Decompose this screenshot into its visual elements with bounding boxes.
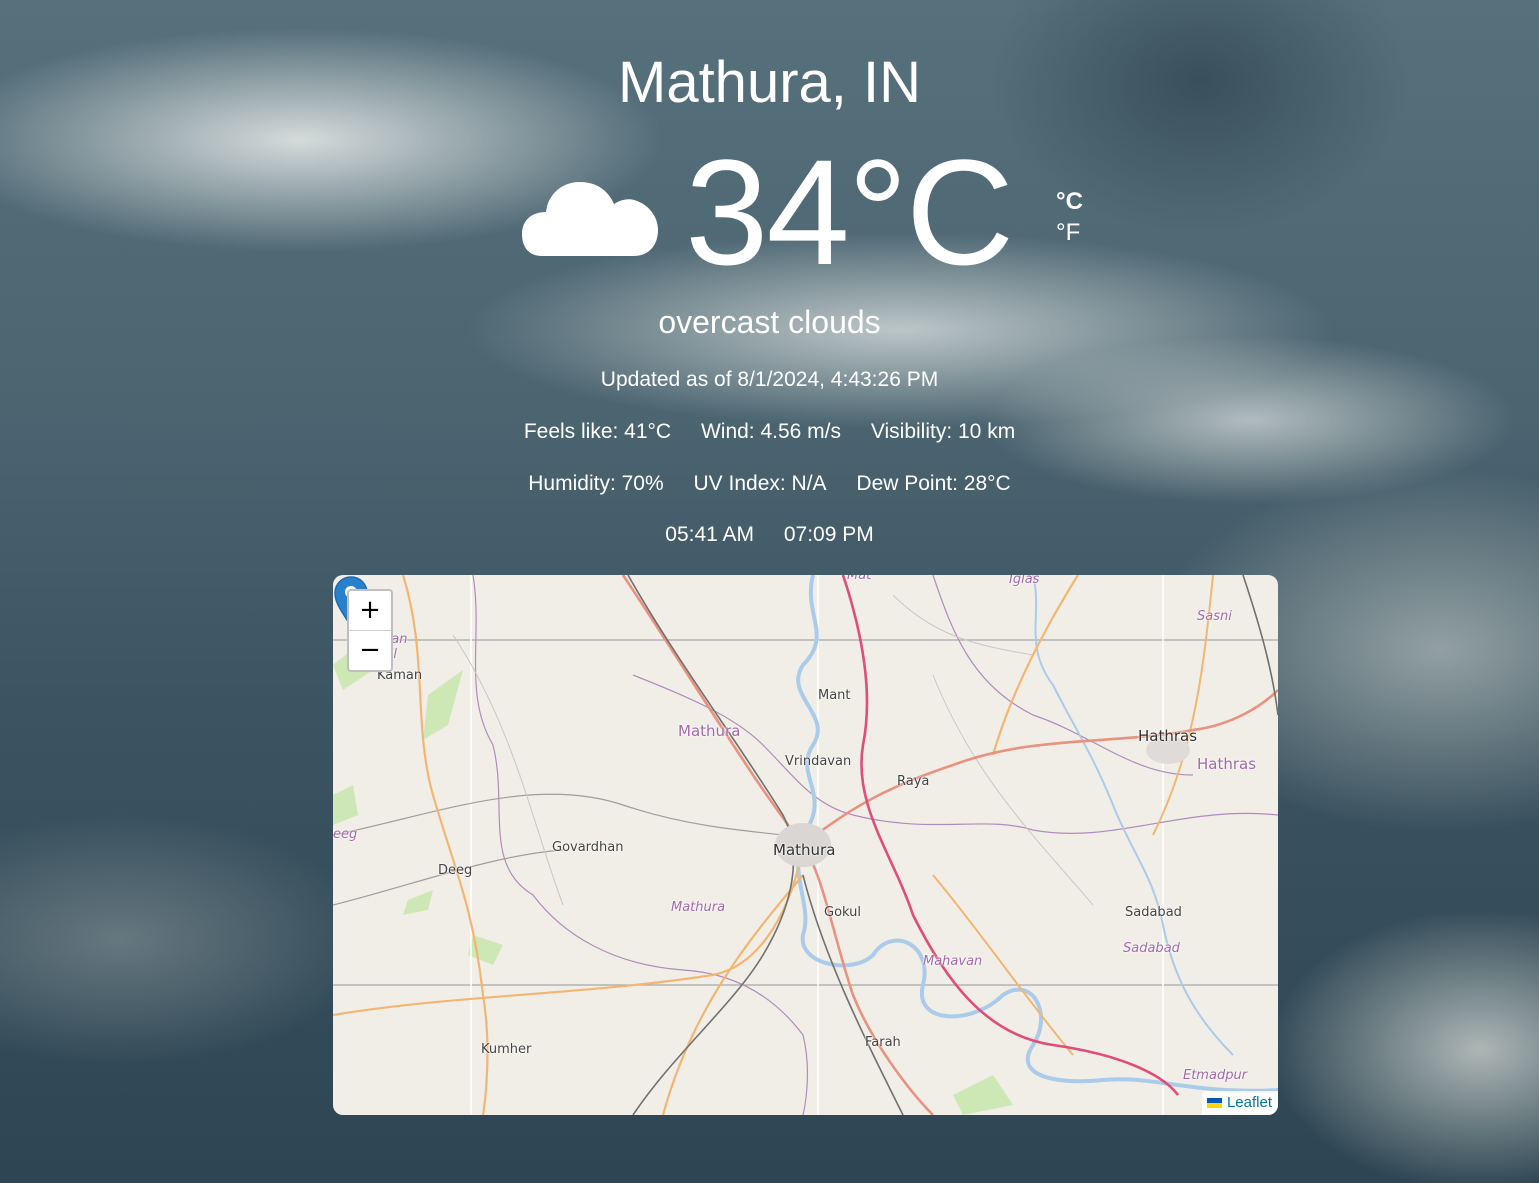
map-label-raya: Raya <box>897 774 930 789</box>
updated-timestamp: Updated as of 8/1/2024, 4:43:26 PM <box>600 368 939 391</box>
map-label-sadabad-tehsil: Sadabad <box>1123 941 1180 956</box>
leaflet-link[interactable]: Leaflet <box>1227 1094 1272 1111</box>
map-label-deeg: Deeg <box>438 863 473 878</box>
uv-index: UV Index: N/A <box>693 472 827 495</box>
current-temperature-row: 34°C °C °F <box>0 128 1539 296</box>
details-row-2: Humidity: 70% UV Index: N/A Dew Point: 2… <box>0 471 1539 497</box>
map-label-kumher: Kumher <box>481 1042 532 1057</box>
map-label-govardhan: Govardhan <box>552 840 624 855</box>
feels-like: Feels like: 41°C <box>523 420 672 443</box>
zoom-in-button[interactable]: + <box>349 591 391 631</box>
map-label-hathras-district: Hathras <box>1197 755 1257 773</box>
humidity: Humidity: 70% <box>528 472 664 495</box>
sun-times-row: 05:41 AM 07:09 PM <box>0 522 1539 548</box>
map-label-mant: Mant <box>818 688 851 703</box>
temperature-value: 34°C <box>685 128 1014 296</box>
map-label-mahavan: Mahavan <box>923 954 983 969</box>
map-label-etmadpur: Etmadpur <box>1183 1068 1248 1083</box>
map-label-gokul: Gokul <box>824 905 862 920</box>
location-map[interactable]: nan sil Kaman eeg Mat Iglas Sasni Mant M… <box>333 575 1278 1115</box>
celsius-toggle[interactable]: °C <box>1056 186 1083 217</box>
map-label-mathura-district: Mathura <box>678 722 741 740</box>
city-title: Mathura, IN <box>618 50 921 115</box>
map-attribution: Leaflet <box>1201 1091 1278 1115</box>
map-label-mathura-tehsil: Mathura <box>671 900 726 915</box>
unit-switch: °C °F <box>1056 186 1083 248</box>
map-label-hathras: Hathras <box>1138 727 1198 745</box>
visibility: Visibility: 10 km <box>870 420 1016 443</box>
zoom-out-button[interactable]: − <box>349 631 391 670</box>
map-label-sasni: Sasni <box>1197 609 1232 624</box>
details-row-1: Feels like: 41°C Wind: 4.56 m/s Visibili… <box>0 419 1539 445</box>
sunset-time: 07:09 PM <box>783 523 874 546</box>
map-label-sadabad: Sadabad <box>1125 905 1182 920</box>
weather-description: overcast clouds <box>658 304 881 340</box>
cloud-icon <box>522 182 658 256</box>
map-label-vrindavan: Vrindavan <box>785 754 852 769</box>
map-label-mathura: Mathura <box>773 841 836 859</box>
zoom-control: + − <box>347 589 393 672</box>
map-label-iglas: Iglas <box>1009 575 1040 587</box>
dew-point: Dew Point: 28°C <box>856 472 1011 495</box>
fahrenheit-toggle[interactable]: °F <box>1056 217 1083 248</box>
map-label-mat: Mat <box>847 575 872 583</box>
wind: Wind: 4.56 m/s <box>700 420 842 443</box>
ukraine-flag-icon <box>1206 1098 1222 1108</box>
map-label-farah: Farah <box>865 1035 901 1050</box>
sunrise-time: 05:41 AM <box>665 523 754 546</box>
map-label-deeg-fragment: eeg <box>333 827 358 842</box>
